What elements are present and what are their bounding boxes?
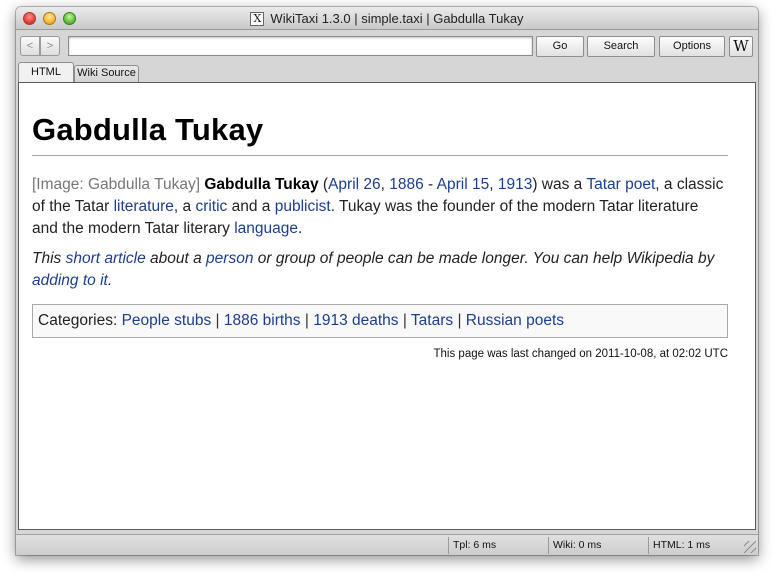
text-fragment: or group of people can be made longer. Y… — [253, 250, 715, 267]
category-link[interactable]: Tatars — [411, 312, 453, 329]
text-fragment: . — [107, 272, 113, 289]
text-fragment: about a — [145, 250, 207, 267]
link-critic[interactable]: critic — [195, 198, 227, 215]
link-adding-to-it[interactable]: adding to it — [32, 272, 108, 289]
status-bar: Tpl: 6 ms Wiki: 0 ms HTML: 1 ms — [16, 534, 758, 555]
last-changed-note: This page was last changed on 2011-10-08… — [433, 348, 729, 360]
status-message-panel — [16, 537, 448, 554]
category-separator: | — [457, 312, 462, 329]
text-fragment: , — [380, 176, 390, 193]
view-tabs: HTML Wiki Source — [16, 62, 758, 83]
category-link[interactable]: 1913 deaths — [313, 312, 398, 329]
tab-html[interactable]: HTML — [18, 62, 74, 83]
image-placeholder: [Image: Gabdulla Tukay] — [32, 176, 201, 193]
category-link[interactable]: People stubs — [122, 312, 212, 329]
status-tpl-time: Tpl: 6 ms — [448, 537, 548, 554]
category-link[interactable]: Russian poets — [466, 312, 564, 329]
link-literature[interactable]: literature — [114, 198, 174, 215]
wikitaxi-app-icon: X — [250, 11, 265, 26]
subject-name: Gabdulla Tukay — [204, 176, 319, 193]
page-title: Gabdulla Tukay — [32, 111, 728, 156]
category-link[interactable]: 1886 births — [224, 312, 301, 329]
text-fragment: , — [489, 176, 498, 193]
text-fragment: and a — [227, 198, 275, 215]
article-view[interactable]: Gabdulla Tukay [Image: Gabdulla Tukay] G… — [18, 82, 756, 530]
options-button[interactable]: Options — [659, 36, 725, 57]
status-wiki-time: Wiki: 0 ms — [548, 537, 648, 554]
text-fragment: . — [297, 220, 303, 237]
link-language[interactable]: language — [234, 220, 298, 237]
status-html-time: HTML: 1 ms — [648, 537, 743, 554]
category-separator: | — [402, 312, 407, 329]
title-bar[interactable]: X WikiTaxi 1.3.0 | simple.taxi | Gabdull… — [16, 7, 758, 30]
wikipedia-button[interactable]: W — [729, 36, 753, 57]
resize-grip-icon[interactable] — [744, 541, 756, 553]
link-1913[interactable]: 1913 — [498, 176, 532, 193]
link-april-26[interactable]: April 26 — [328, 176, 381, 193]
link-1886[interactable]: 1886 — [389, 176, 423, 193]
window-title: WikiTaxi 1.3.0 | simple.taxi | Gabdulla … — [270, 11, 524, 26]
article-body: Gabdulla Tukay [Image: Gabdulla Tukay] G… — [32, 111, 728, 360]
text-fragment: This — [32, 250, 66, 267]
category-separator: | — [304, 312, 309, 329]
text-fragment: - — [423, 176, 437, 193]
back-button[interactable]: < — [20, 36, 40, 56]
text-fragment: ( — [318, 176, 329, 193]
link-publicist[interactable]: publicist — [275, 198, 331, 215]
link-tatar-poet[interactable]: Tatar poet — [586, 176, 655, 193]
link-person[interactable]: person — [206, 250, 253, 267]
tab-wiki-source[interactable]: Wiki Source — [74, 65, 139, 82]
app-window: X WikiTaxi 1.3.0 | simple.taxi | Gabdull… — [16, 7, 758, 555]
search-button[interactable]: Search — [587, 36, 655, 57]
categories-box: Categories: People stubs | 1886 births |… — [32, 304, 728, 338]
forward-button[interactable]: > — [40, 36, 60, 56]
category-separator: | — [215, 312, 220, 329]
window-title-group: X WikiTaxi 1.3.0 | simple.taxi | Gabdull… — [16, 7, 758, 30]
categories-label: Categories: — [38, 312, 118, 329]
link-april-15[interactable]: April 15 — [437, 176, 490, 193]
text-fragment: , a — [173, 198, 196, 215]
toolbar: < > Go Search Options W — [16, 30, 758, 62]
link-short-article[interactable]: short article — [66, 250, 146, 267]
go-button[interactable]: Go — [536, 36, 584, 57]
stub-notice: This short article about a person or gro… — [32, 248, 728, 292]
address-input[interactable] — [68, 36, 533, 56]
intro-paragraph: [Image: Gabdulla Tukay] Gabdulla Tukay (… — [32, 174, 728, 240]
text-fragment: ) was a — [532, 176, 587, 193]
